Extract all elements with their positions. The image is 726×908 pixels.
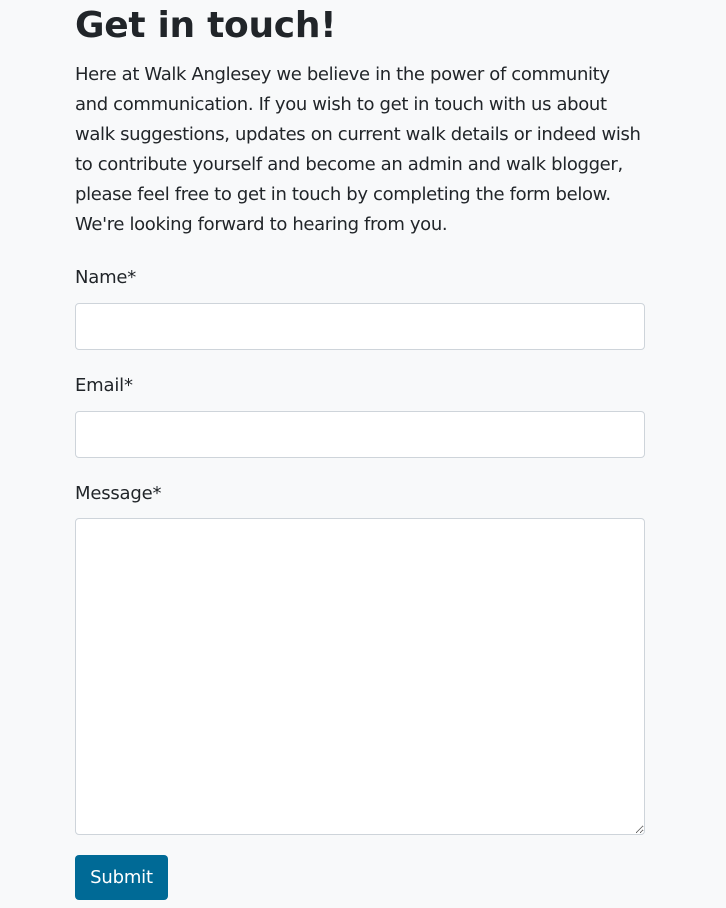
contact-section: Get in touch! Here at Walk Anglesey we b… bbox=[75, 0, 645, 900]
name-label: Name* bbox=[75, 267, 137, 288]
message-label: Message* bbox=[75, 483, 162, 504]
intro-paragraph: Here at Walk Anglesey we believe in the … bbox=[75, 64, 641, 235]
email-field[interactable] bbox=[75, 411, 645, 458]
name-field[interactable] bbox=[75, 303, 645, 350]
submit-button[interactable]: Submit bbox=[75, 855, 168, 900]
message-textarea[interactable] bbox=[75, 518, 645, 835]
contact-form: Name* Email* Message* Submit bbox=[75, 266, 645, 900]
page-title: Get in touch! bbox=[75, 5, 337, 46]
email-label: Email* bbox=[75, 375, 133, 396]
